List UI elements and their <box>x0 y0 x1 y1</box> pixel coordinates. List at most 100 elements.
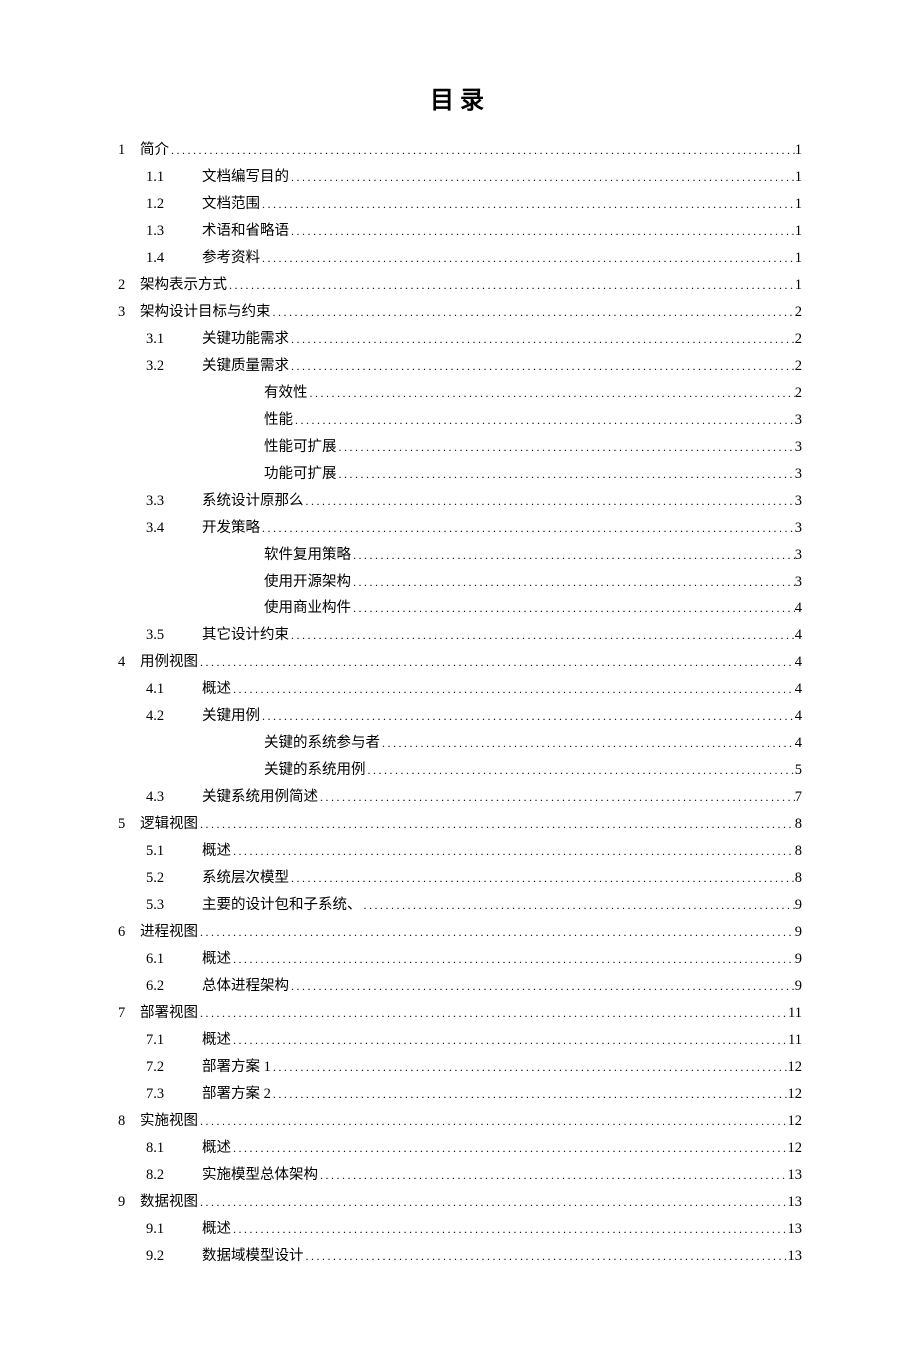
entry-page: 12 <box>788 1081 803 1108</box>
leader-dots <box>308 380 795 407</box>
entry-label: 性能可扩展 <box>264 434 337 461</box>
toc-entry: 6进程视图9 <box>118 919 802 946</box>
toc-entry: 软件复用策略3 <box>118 542 802 569</box>
entry-page: 8 <box>795 838 802 865</box>
entry-number: 1.3 <box>146 218 202 245</box>
leader-dots <box>231 1216 788 1243</box>
entry-page: 13 <box>788 1189 803 1216</box>
entry-page: 9 <box>795 973 802 1000</box>
leader-dots <box>289 218 795 245</box>
leader-dots <box>260 515 795 542</box>
toc-entry: 9数据视图13 <box>118 1189 802 1216</box>
entry-page: 3 <box>795 515 802 542</box>
entry-page: 12 <box>788 1135 803 1162</box>
leader-dots <box>289 326 795 353</box>
toc-entry: 使用商业构件4 <box>118 595 802 622</box>
entry-label: 数据域模型设计 <box>202 1243 304 1270</box>
entry-page: 1 <box>795 245 802 272</box>
leader-dots <box>198 1000 788 1027</box>
entry-number: 7 <box>118 1000 140 1027</box>
entry-page: 1 <box>795 218 802 245</box>
entry-label: 开发策略 <box>202 515 260 542</box>
toc-title: 目录 <box>118 80 802 115</box>
entry-page: 4 <box>795 676 802 703</box>
toc-entry: 7部署视图11 <box>118 1000 802 1027</box>
entry-label: 系统层次模型 <box>202 865 289 892</box>
entry-page: 4 <box>795 730 802 757</box>
entry-label: 文档范围 <box>202 191 260 218</box>
entry-number: 4.1 <box>146 676 202 703</box>
toc-entry: 有效性2 <box>118 380 802 407</box>
entry-label: 用例视图 <box>140 649 198 676</box>
entry-page: 11 <box>788 1027 802 1054</box>
leader-dots <box>318 784 795 811</box>
toc-entry: 关键的系统用例5 <box>118 757 802 784</box>
leader-dots <box>198 1108 788 1135</box>
entry-page: 7 <box>795 784 802 811</box>
entry-page: 3 <box>795 461 802 488</box>
entry-page: 13 <box>788 1162 803 1189</box>
toc-entry: 3.1关键功能需求2 <box>118 326 802 353</box>
entry-page: 1 <box>795 272 802 299</box>
entry-label: 使用开源架构 <box>264 569 351 596</box>
toc-entry: 关键的系统参与者4 <box>118 730 802 757</box>
toc-entry: 1.3术语和省略语 1 <box>118 218 802 245</box>
entry-page: 9 <box>795 919 802 946</box>
entry-number: 1.4 <box>146 245 202 272</box>
toc-entry: 3.5其它设计约束4 <box>118 622 802 649</box>
toc-entry: 2架构表示方式 1 <box>118 272 802 299</box>
entry-page: 8 <box>795 865 802 892</box>
toc-entry: 1.2文档范围1 <box>118 191 802 218</box>
leader-dots <box>289 164 795 191</box>
toc-entry: 4.3关键系统用例简述7 <box>118 784 802 811</box>
entry-number: 6.1 <box>146 946 202 973</box>
entry-number: 2 <box>118 272 140 299</box>
entry-label: 逻辑视图 <box>140 811 198 838</box>
leader-dots <box>351 542 795 569</box>
entry-page: 1 <box>795 137 802 164</box>
entry-label: 架构设计目标与约束 <box>140 299 271 326</box>
entry-page: 5 <box>795 757 802 784</box>
leader-dots <box>271 1054 788 1081</box>
leader-dots <box>362 892 795 919</box>
leader-dots <box>169 137 795 164</box>
toc-entry: 1简介1 <box>118 137 802 164</box>
entry-page: 4 <box>795 622 802 649</box>
entry-label: 架构表示方式 <box>140 272 227 299</box>
entry-label: 软件复用策略 <box>264 542 351 569</box>
toc-container: 1简介11.1文档编写目的11.2文档范围11.3术语和省略语11.4参考资料1… <box>118 137 802 1270</box>
entry-page: 9 <box>795 946 802 973</box>
entry-page: 3 <box>795 488 802 515</box>
toc-entry: 9.1概述13 <box>118 1216 802 1243</box>
toc-entry: 6.2总体进程架构9 <box>118 973 802 1000</box>
leader-dots <box>271 1081 788 1108</box>
leader-dots <box>318 1162 788 1189</box>
entry-page: 2 <box>795 299 802 326</box>
toc-entry: 4.1概述4 <box>118 676 802 703</box>
toc-entry: 8.1概述12 <box>118 1135 802 1162</box>
leader-dots <box>337 461 795 488</box>
toc-entry: 5.3主要的设计包和子系统、9 <box>118 892 802 919</box>
entry-page: 4 <box>795 649 802 676</box>
toc-entry: 1.4参考资料1 <box>118 245 802 272</box>
leader-dots <box>289 353 795 380</box>
entry-label: 关键功能需求 <box>202 326 289 353</box>
leader-dots <box>198 649 795 676</box>
leader-dots <box>289 973 795 1000</box>
leader-dots <box>366 757 795 784</box>
entry-label: 使用商业构件 <box>264 595 351 622</box>
entry-number: 7.1 <box>146 1027 202 1054</box>
leader-dots <box>380 730 795 757</box>
entry-label: 概述 <box>202 838 231 865</box>
toc-entry: 5.1概述8 <box>118 838 802 865</box>
entry-label: 实施模型总体架构 <box>202 1162 318 1189</box>
entry-label: 术语和省略语 <box>202 218 289 245</box>
entry-number: 1.2 <box>146 191 202 218</box>
leader-dots <box>260 245 795 272</box>
leader-dots <box>231 838 795 865</box>
entry-label: 概述 <box>202 1216 231 1243</box>
entry-label: 概述 <box>202 1135 231 1162</box>
entry-label: 有效性 <box>264 380 308 407</box>
entry-label: 概述 <box>202 946 231 973</box>
entry-label: 简介 <box>140 137 169 164</box>
